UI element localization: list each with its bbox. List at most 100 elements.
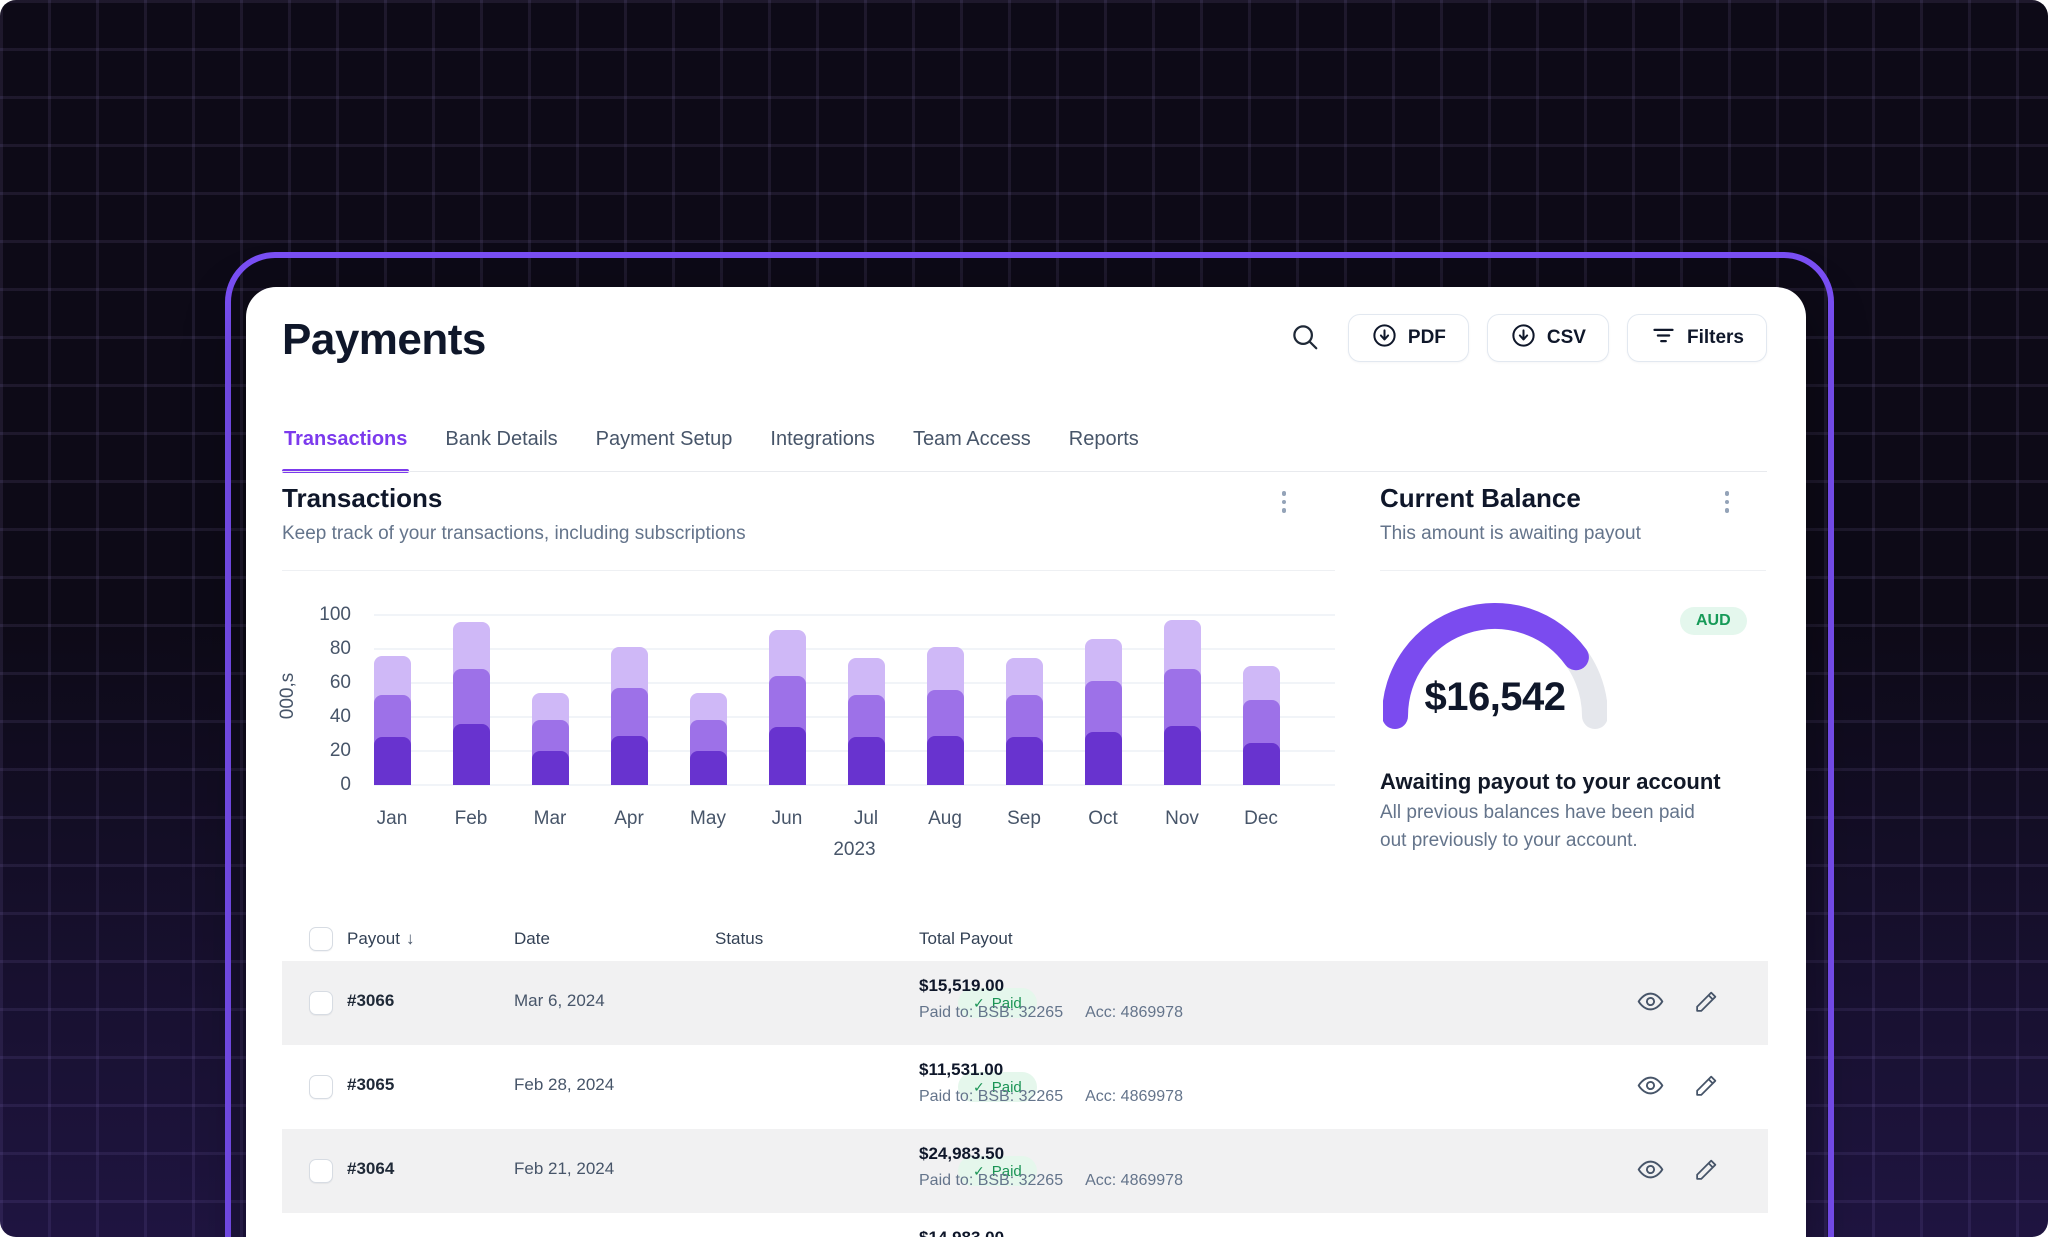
bar-segment-tier-dark (927, 736, 964, 785)
payout-date: Mar 6, 2024 (514, 991, 605, 1011)
total-payout-cell: $14,983.00 Paid to: BSB: 32265Acc: 48699… (919, 1228, 1183, 1237)
chart-y-axis-label: 000,s (277, 636, 299, 756)
filters-button[interactable]: Filters (1627, 314, 1767, 362)
payments-card: Payments PDF CSV Filters TransactionsBan… (246, 287, 1806, 1237)
x-tick-label-sep: Sep (1007, 808, 1041, 830)
transactions-menu-button[interactable] (1269, 485, 1299, 519)
x-tick-label-oct: Oct (1088, 808, 1118, 830)
balance-section-title: Current Balance (1380, 483, 1581, 514)
x-tick-label-jan: Jan (377, 808, 408, 830)
x-tick-label-apr: Apr (614, 808, 644, 830)
bar-may[interactable] (690, 615, 727, 785)
payout-date: Feb 28, 2024 (514, 1075, 614, 1095)
tab-reports[interactable]: Reports (1067, 423, 1141, 473)
table-header: Payout ↓ Date Status Total Payout (282, 921, 1768, 961)
balance-section-subtitle: This amount is awaiting payout (1380, 523, 1641, 545)
view-button[interactable] (1636, 1157, 1664, 1185)
payout-amount: $15,519.00 (919, 976, 1183, 996)
csv-button[interactable]: CSV (1487, 314, 1609, 362)
x-tick-label-jun: Jun (772, 808, 803, 830)
search-button[interactable] (1288, 321, 1322, 355)
bar-apr[interactable] (611, 615, 648, 785)
bar-segment-tier-dark (769, 727, 806, 785)
eye-icon (1637, 1156, 1664, 1186)
bar-aug[interactable] (927, 615, 964, 785)
pencil-icon (1694, 1073, 1719, 1101)
page-title: Payments (282, 315, 486, 365)
payout-id: #3064 (347, 1159, 394, 1179)
bar-sep[interactable] (1006, 615, 1043, 785)
table-row-3066[interactable]: #3066 Mar 6, 2024 ✓ Paid $15,519.00 Paid… (282, 961, 1768, 1045)
bar-segment-tier-dark (1085, 732, 1122, 785)
payout-destination: Paid to: BSB: 32265Acc: 4869978 (919, 1172, 1183, 1190)
x-tick-label-jul: Jul (854, 808, 878, 830)
edit-button[interactable] (1692, 989, 1720, 1017)
eye-icon (1637, 1072, 1664, 1102)
select-all-checkbox[interactable] (309, 927, 333, 951)
bar-jan[interactable] (374, 615, 411, 785)
view-button[interactable] (1636, 1073, 1664, 1101)
eye-icon (1637, 988, 1664, 1018)
bar-dec[interactable] (1243, 615, 1280, 785)
bar-segment-tier-dark (848, 737, 885, 785)
payout-destination: Paid to: BSB: 32265Acc: 4869978 (919, 1004, 1183, 1022)
bar-segment-tier-dark (453, 724, 490, 785)
transactions-bar-chart (374, 615, 1335, 785)
tab-bank-details[interactable]: Bank Details (443, 423, 559, 473)
x-tick-label-mar: Mar (534, 808, 567, 830)
edit-button[interactable] (1692, 1073, 1720, 1101)
bar-segment-tier-dark (532, 751, 569, 785)
transactions-section-title: Transactions (282, 483, 442, 514)
bar-segment-tier-dark (1006, 737, 1043, 785)
x-tick-label-nov: Nov (1165, 808, 1199, 830)
balance-menu-button[interactable] (1712, 485, 1742, 519)
chart-x-axis-label: 2023 (374, 839, 1335, 861)
payout-date: Feb 21, 2024 (514, 1159, 614, 1179)
table-row-3065[interactable]: #3065 Feb 28, 2024 ✓ Paid $11,531.00 Pai… (282, 1045, 1768, 1129)
tab-integrations[interactable]: Integrations (768, 423, 877, 473)
bar-segment-tier-dark (690, 751, 727, 785)
screenshot-canvas: Payments PDF CSV Filters TransactionsBan… (0, 0, 2048, 1237)
edit-button[interactable] (1692, 1157, 1720, 1185)
total-payout-cell: $11,531.00 Paid to: BSB: 32265Acc: 48699… (919, 1060, 1183, 1106)
bar-oct[interactable] (1085, 615, 1122, 785)
balance-amount: $16,542 (1385, 675, 1605, 720)
view-button[interactable] (1636, 989, 1664, 1017)
column-header-status[interactable]: Status (715, 929, 763, 949)
bar-jul[interactable] (848, 615, 885, 785)
payout-amount: $24,983.50 (919, 1144, 1183, 1164)
payout-id: #3066 (347, 991, 394, 1011)
row-checkbox[interactable] (309, 991, 333, 1015)
download-circle-icon (1371, 322, 1398, 355)
bar-segment-tier-dark (1164, 726, 1201, 786)
column-header-payout[interactable]: Payout ↓ (347, 929, 414, 949)
bar-feb[interactable] (453, 615, 490, 785)
tab-divider (282, 471, 1767, 472)
sort-desc-icon: ↓ (406, 929, 415, 949)
table-row-3063[interactable]: #3063 Feb 14, 2024 ✓ Paid $14,983.00 Pai… (282, 1213, 1768, 1237)
tab-payment-setup[interactable]: Payment Setup (594, 423, 735, 473)
row-checkbox[interactable] (309, 1159, 333, 1183)
row-checkbox[interactable] (309, 1075, 333, 1099)
tab-team-access[interactable]: Team Access (911, 423, 1033, 473)
balance-description: All previous balances have been paid out… (1380, 799, 1725, 855)
balance-headline: Awaiting payout to your account (1380, 769, 1721, 795)
payout-amount: $11,531.00 (919, 1060, 1183, 1080)
column-header-date[interactable]: Date (514, 929, 550, 949)
pdf-button[interactable]: PDF (1348, 314, 1469, 362)
x-tick-label-aug: Aug (928, 808, 962, 830)
bar-segment-tier-dark (374, 737, 411, 785)
bar-jun[interactable] (769, 615, 806, 785)
header-actions: PDF CSV Filters (1288, 314, 1767, 362)
balance-divider (1380, 570, 1766, 571)
table-row-3064[interactable]: #3064 Feb 21, 2024 ✓ Paid $24,983.50 Pai… (282, 1129, 1768, 1213)
tab-transactions[interactable]: Transactions (282, 423, 409, 473)
y-tick-label: 0 (276, 774, 351, 796)
total-payout-cell: $24,983.50 Paid to: BSB: 32265Acc: 48699… (919, 1144, 1183, 1190)
bar-mar[interactable] (532, 615, 569, 785)
x-tick-label-dec: Dec (1244, 808, 1278, 830)
bar-nov[interactable] (1164, 615, 1201, 785)
column-header-total-payout[interactable]: Total Payout (919, 929, 1013, 949)
tab-bar: Transactions Bank Details Payment Setup Int… (282, 423, 1141, 473)
download-circle-icon (1510, 322, 1537, 355)
